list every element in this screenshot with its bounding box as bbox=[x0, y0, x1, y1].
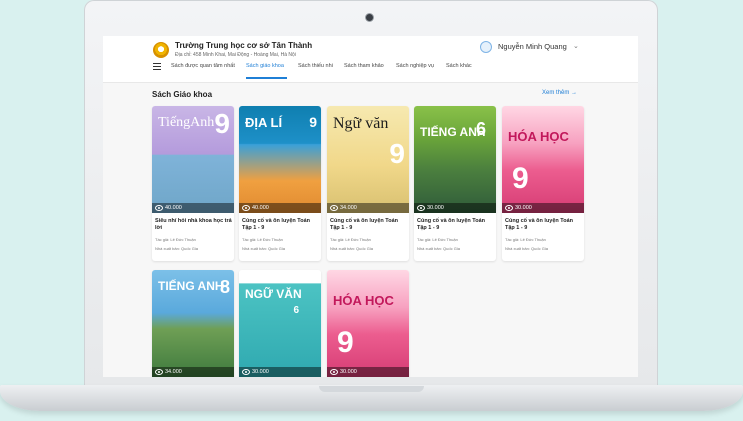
view-bar: 30.000 bbox=[502, 203, 584, 213]
view-bar: 34.000 bbox=[152, 367, 234, 377]
cover-title: Ngữ văn bbox=[333, 115, 389, 132]
cover-number: 9 bbox=[512, 162, 529, 195]
book-cover[interactable]: HÓA HỌC 9 30.000 bbox=[327, 270, 409, 377]
view-bar: 40.000 bbox=[239, 203, 321, 213]
see-more-link[interactable]: Xem thêm → bbox=[542, 90, 577, 96]
eye-icon bbox=[330, 205, 338, 211]
book-author: Tác giả: Lê Đức Thuận bbox=[242, 237, 283, 242]
book-publisher: Nhà xuất bản: Quốc Gia bbox=[242, 246, 285, 251]
view-count: 30.000 bbox=[427, 205, 444, 211]
eye-icon bbox=[155, 205, 163, 211]
camera-icon bbox=[366, 14, 373, 21]
section-title: Sách Giáo khoa bbox=[152, 90, 213, 99]
book-card[interactable]: HÓA HỌC 9 30.000 bbox=[327, 270, 409, 377]
cover-number: 6 bbox=[293, 305, 299, 316]
school-logo-icon[interactable] bbox=[153, 42, 169, 58]
book-cover[interactable]: NGỮ VĂN 6 30.000 bbox=[239, 270, 321, 377]
book-title[interactable]: Củng cố và ôn luyện Toán Tập 1 - 9 bbox=[242, 218, 320, 232]
book-card[interactable]: TiếngAnh 9 40.000 Siêu nhí hỏi nhà khoa … bbox=[152, 106, 234, 261]
site-header: Trường Trung học cơ sở Tân Thành Địa chỉ… bbox=[103, 36, 638, 83]
book-author: Tác giả: Lê Đức Thuận bbox=[505, 237, 546, 242]
school-address: Địa chỉ: 458 Minh Khai, Mai Động - Hoàng… bbox=[175, 52, 296, 58]
chevron-down-icon[interactable]: ⌄ bbox=[573, 42, 579, 50]
view-count: 30.000 bbox=[515, 205, 532, 211]
eye-icon bbox=[505, 205, 513, 211]
view-bar: 30.000 bbox=[414, 203, 496, 213]
active-tab-indicator bbox=[246, 77, 287, 79]
view-bar: 34.000 bbox=[327, 203, 409, 213]
book-publisher: Nhà xuất bản: Quốc Gia bbox=[155, 246, 198, 251]
book-card[interactable]: ĐỊA LÍ 9 40.000 Củng cố và ôn luyện Toán… bbox=[239, 106, 321, 261]
cover-title: HÓA HỌC bbox=[508, 129, 569, 144]
eye-icon bbox=[242, 369, 250, 375]
book-cover[interactable]: HÓA HỌC 9 30.000 bbox=[502, 106, 584, 213]
cover-number: 9 bbox=[309, 114, 317, 130]
book-cover[interactable]: TIẾNG ANH 6 30.000 bbox=[414, 106, 496, 213]
cover-number: 9 bbox=[389, 138, 405, 169]
nav-item-popular[interactable]: Sách được quan tâm nhất bbox=[171, 63, 235, 69]
cover-number: 6 bbox=[475, 119, 486, 139]
view-count: 30.000 bbox=[252, 369, 269, 375]
view-count: 40.000 bbox=[165, 205, 182, 211]
view-bar: 40.000 bbox=[152, 203, 234, 213]
book-title[interactable]: Củng cố và ôn luyện Toán Tập 1 - 9 bbox=[505, 218, 583, 232]
user-avatar[interactable] bbox=[480, 41, 492, 53]
eye-icon bbox=[417, 205, 425, 211]
book-author: Tác giả: Lê Đức Thuận bbox=[330, 237, 371, 242]
school-name: Trường Trung học cơ sở Tân Thành bbox=[175, 41, 313, 50]
book-publisher: Nhà xuất bản: Quốc Gia bbox=[417, 246, 460, 251]
cover-number: 9 bbox=[214, 108, 230, 139]
book-cover[interactable]: ĐỊA LÍ 9 40.000 bbox=[239, 106, 321, 213]
laptop-notch bbox=[319, 386, 424, 392]
book-cover[interactable]: TIẾNG ANH 8 34.000 bbox=[152, 270, 234, 377]
book-author: Tác giả: Lê Đức Thuận bbox=[417, 237, 458, 242]
cover-title: ĐỊA LÍ bbox=[245, 115, 283, 130]
user-name[interactable]: Nguyễn Minh Quang bbox=[498, 42, 567, 51]
nav-item-reference[interactable]: Sách tham khảo bbox=[344, 63, 384, 69]
cover-title: NGỮ VĂN bbox=[245, 287, 302, 301]
cover-number: 8 bbox=[219, 277, 230, 297]
view-count: 30.000 bbox=[340, 369, 357, 375]
book-cover[interactable]: TiếngAnh 9 40.000 bbox=[152, 106, 234, 213]
book-publisher: Nhà xuất bản: Quốc Gia bbox=[505, 246, 548, 251]
view-count: 34.000 bbox=[340, 205, 357, 211]
view-count: 40.000 bbox=[252, 205, 269, 211]
nav-item-children[interactable]: Sách thiếu nhi bbox=[298, 63, 333, 69]
view-bar: 30.000 bbox=[239, 367, 321, 377]
eye-icon bbox=[155, 369, 163, 375]
book-title[interactable]: Siêu nhí hỏi nhà khoa học trả lời bbox=[155, 218, 233, 232]
book-card[interactable]: TIẾNG ANH 6 30.000 Củng cố và ôn luyện T… bbox=[414, 106, 496, 261]
eye-icon bbox=[242, 205, 250, 211]
nav-item-professional[interactable]: Sách nghiệp vụ bbox=[396, 63, 434, 69]
nav-item-textbooks[interactable]: Sách giáo khoa bbox=[246, 63, 284, 69]
book-card[interactable]: Ngữ văn 9 34.000 Củng cố và ôn luyện Toá… bbox=[327, 106, 409, 261]
hamburger-menu-icon[interactable] bbox=[153, 63, 161, 70]
cover-title: HÓA HỌC bbox=[333, 293, 394, 308]
book-title[interactable]: Củng cố và ôn luyện Toán Tập 1 - 9 bbox=[330, 218, 408, 232]
view-count: 34.000 bbox=[165, 369, 182, 375]
eye-icon bbox=[330, 369, 338, 375]
cover-number: 9 bbox=[337, 326, 354, 359]
view-bar: 30.000 bbox=[327, 367, 409, 377]
book-publisher: Nhà xuất bản: Quốc Gia bbox=[330, 246, 373, 251]
book-card[interactable]: TIẾNG ANH 8 34.000 bbox=[152, 270, 234, 377]
cover-title: TIẾNG ANH bbox=[158, 279, 224, 293]
cover-title: TiếngAnh bbox=[158, 115, 215, 130]
book-card[interactable]: HÓA HỌC 9 30.000 Củng cố và ôn luyện Toá… bbox=[502, 106, 584, 261]
book-cover[interactable]: Ngữ văn 9 34.000 bbox=[327, 106, 409, 213]
nav-item-other[interactable]: Sách khác bbox=[446, 63, 472, 69]
book-card[interactable]: NGỮ VĂN 6 30.000 bbox=[239, 270, 321, 377]
screen: Trường Trung học cơ sở Tân Thành Địa chỉ… bbox=[103, 36, 638, 377]
book-title[interactable]: Củng cố và ôn luyện Toán Tập 1 - 9 bbox=[417, 218, 495, 232]
book-author: Tác giả: Lê Đức Thuận bbox=[155, 237, 196, 242]
